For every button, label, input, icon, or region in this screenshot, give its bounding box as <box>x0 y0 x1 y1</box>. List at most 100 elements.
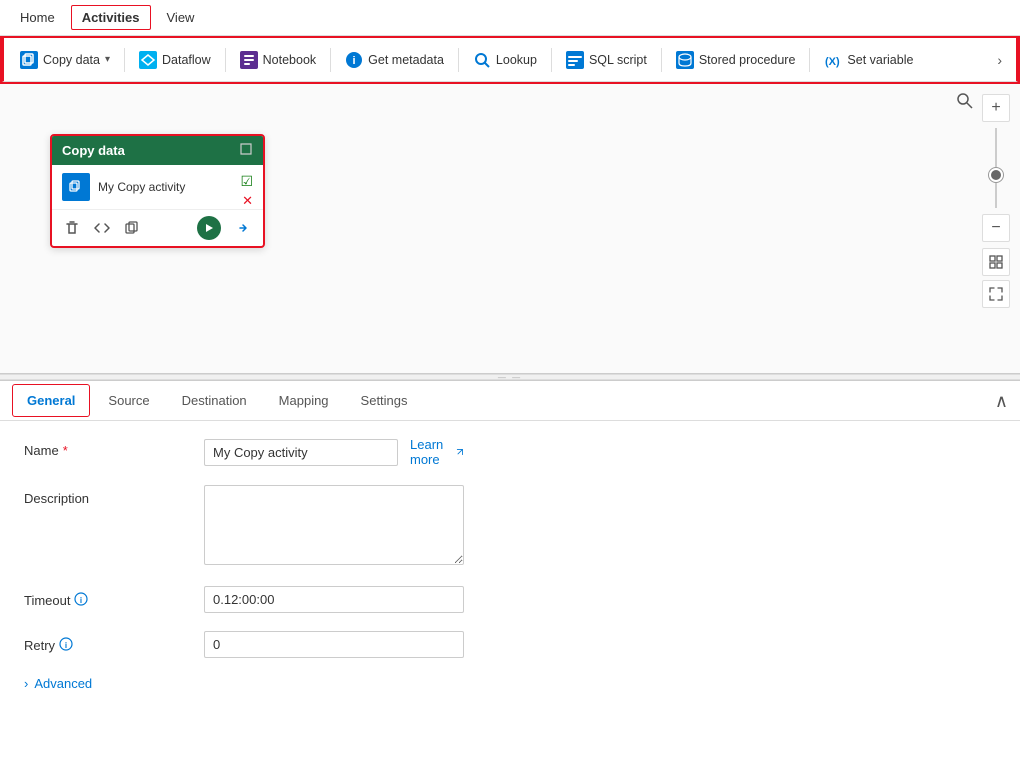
toolbar-stored-procedure[interactable]: Stored procedure <box>668 46 804 74</box>
name-required: * <box>63 443 68 458</box>
sql-icon <box>566 51 584 69</box>
timeout-label: Timeout i <box>24 586 204 609</box>
retry-control <box>204 631 464 658</box>
description-textarea[interactable] <box>204 485 464 565</box>
copy-data-chevron[interactable]: ▾ <box>105 54 110 65</box>
copy-data-label: Copy data <box>43 53 100 67</box>
sep2 <box>225 48 226 72</box>
dataflow-label: Dataflow <box>162 53 211 67</box>
name-row: Name * Learn more <box>24 437 996 467</box>
copy-icon[interactable] <box>122 218 142 238</box>
delete-icon[interactable] <box>62 218 82 238</box>
stored-procedure-label: Stored procedure <box>699 53 796 67</box>
svg-text:i: i <box>65 641 67 650</box>
svg-text:i: i <box>80 596 82 605</box>
card-x-icon: ✕ <box>242 193 253 209</box>
toolbar-copy-data[interactable]: Copy data ▾ <box>12 46 118 74</box>
toolbar-sql-script[interactable]: SQL script <box>558 46 655 74</box>
tab-destination[interactable]: Destination <box>168 385 261 416</box>
learn-more-link[interactable]: Learn more <box>410 437 464 467</box>
name-input[interactable] <box>204 439 398 466</box>
form-area: Name * Learn more Description <box>0 421 1020 707</box>
zoom-slider[interactable] <box>995 128 997 208</box>
activity-card-name: My Copy activity <box>98 180 253 194</box>
activity-card-footer <box>52 209 263 246</box>
set-variable-label: Set variable <box>847 53 913 67</box>
nav-home[interactable]: Home <box>8 4 67 31</box>
svg-text:i: i <box>353 55 356 67</box>
lookup-label: Lookup <box>496 53 537 67</box>
name-label: Name * <box>24 437 204 458</box>
canvas-area: Copy data My Copy activity ☑ ✕ <box>0 84 1020 374</box>
activity-card-title: Copy data <box>62 143 125 158</box>
nav-view[interactable]: View <box>155 4 207 31</box>
svg-text:(X): (X) <box>825 56 840 68</box>
activity-card-header: Copy data <box>52 136 263 165</box>
sep7 <box>809 48 810 72</box>
description-control <box>204 485 464 568</box>
retry-label: Retry i <box>24 631 204 654</box>
activity-card-header-icon <box>239 142 253 159</box>
activity-card[interactable]: Copy data My Copy activity ☑ ✕ <box>50 134 265 248</box>
canvas-search-icon[interactable] <box>956 92 974 113</box>
tab-settings[interactable]: Settings <box>347 385 422 416</box>
retry-input[interactable] <box>204 631 464 658</box>
nav-activities[interactable]: Activities <box>71 5 151 30</box>
get-metadata-label: Get metadata <box>368 53 444 67</box>
sql-script-label: SQL script <box>589 53 647 67</box>
canvas[interactable]: Copy data My Copy activity ☑ ✕ <box>0 84 1020 373</box>
zoom-controls: + − <box>982 94 1010 308</box>
activity-card-body: My Copy activity ☑ ✕ <box>52 165 263 209</box>
zoom-expand-button[interactable] <box>982 280 1010 308</box>
timeout-input[interactable] <box>204 586 464 613</box>
toolbar-dataflow[interactable]: Dataflow <box>131 46 219 74</box>
next-arrow-icon[interactable] <box>233 218 253 238</box>
activities-toolbar: Copy data ▾ Dataflow Notebook i Get meta… <box>0 36 1020 84</box>
notebook-icon <box>240 51 258 69</box>
timeout-row: Timeout i <box>24 586 996 613</box>
retry-row: Retry i <box>24 631 996 658</box>
sep3 <box>330 48 331 72</box>
tabs-row: General Source Destination Mapping Setti… <box>0 381 1020 421</box>
description-label: Description <box>24 485 204 506</box>
toolbar-notebook[interactable]: Notebook <box>232 46 325 74</box>
bottom-panel: General Source Destination Mapping Setti… <box>0 380 1020 707</box>
lookup-icon <box>473 51 491 69</box>
sep5 <box>551 48 552 72</box>
zoom-in-button[interactable]: + <box>982 94 1010 122</box>
zoom-track <box>995 128 997 208</box>
name-control: Learn more <box>204 437 464 467</box>
toolbar-get-metadata[interactable]: i Get metadata <box>337 46 452 74</box>
run-arrow-icon[interactable] <box>197 216 221 240</box>
sep1 <box>124 48 125 72</box>
timeout-info-icon[interactable]: i <box>74 592 88 609</box>
more-button[interactable]: › <box>991 48 1008 72</box>
description-row: Description <box>24 485 996 568</box>
tab-source[interactable]: Source <box>94 385 163 416</box>
get-metadata-icon: i <box>345 51 363 69</box>
advanced-label: Advanced <box>34 676 92 691</box>
stored-procedure-icon <box>676 51 694 69</box>
zoom-thumb[interactable] <box>989 168 1003 182</box>
card-check-icon: ☑ <box>240 173 253 190</box>
toolbar-set-variable[interactable]: (X) Set variable <box>816 46 921 74</box>
advanced-section[interactable]: › Advanced <box>24 676 996 691</box>
dataflow-icon <box>139 51 157 69</box>
zoom-out-button[interactable]: − <box>982 214 1010 242</box>
advanced-chevron: › <box>24 676 28 691</box>
top-nav: Home Activities View <box>0 0 1020 36</box>
toolbar-lookup[interactable]: Lookup <box>465 46 545 74</box>
tab-mapping[interactable]: Mapping <box>265 385 343 416</box>
set-variable-icon: (X) <box>824 51 842 69</box>
retry-info-icon[interactable]: i <box>59 637 73 654</box>
sep4 <box>458 48 459 72</box>
notebook-label: Notebook <box>263 53 317 67</box>
timeout-control <box>204 586 464 613</box>
sep6 <box>661 48 662 72</box>
code-icon[interactable] <box>92 218 112 238</box>
tab-general[interactable]: General <box>12 384 90 417</box>
panel-collapse-button[interactable]: ∧ <box>995 392 1008 410</box>
zoom-fit-button[interactable] <box>982 248 1010 276</box>
copy-data-icon <box>20 51 38 69</box>
activity-icon <box>62 173 90 201</box>
